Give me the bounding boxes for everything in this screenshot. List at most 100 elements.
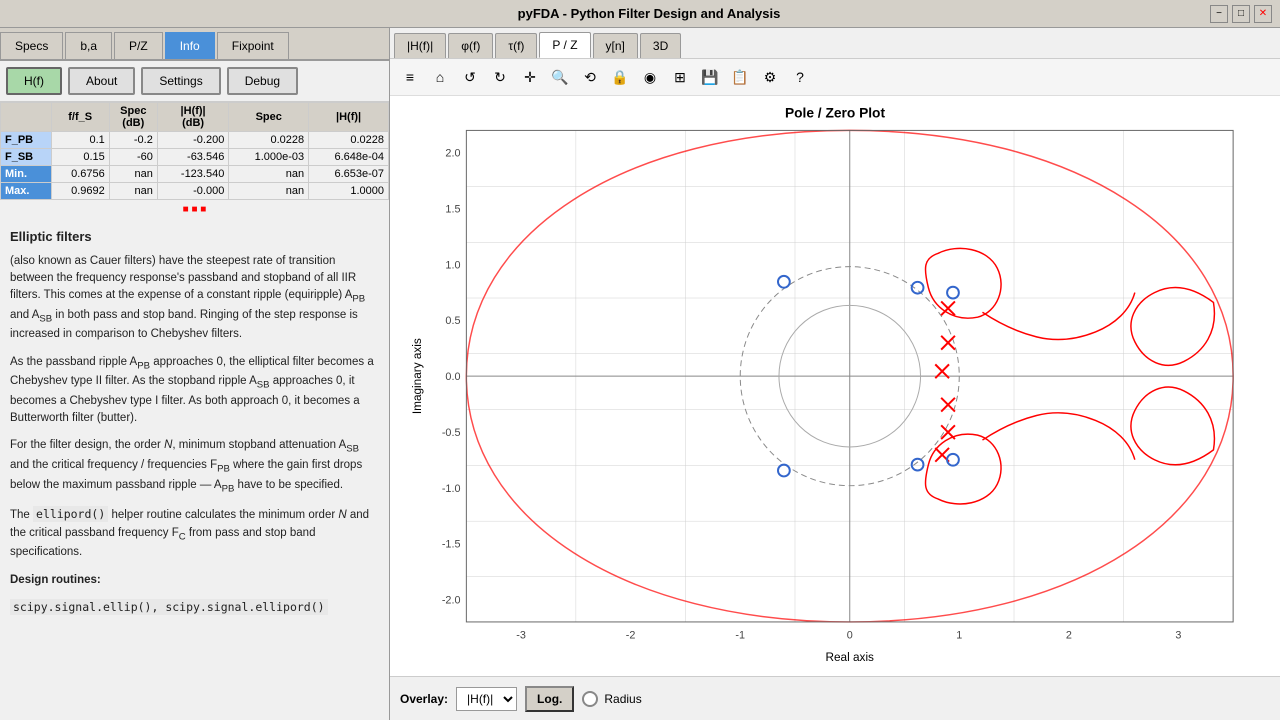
- plot-tab-bar: |H(f)| φ(f) τ(f) P / Z y[n] 3D: [390, 28, 1280, 59]
- hf-button[interactable]: H(f): [6, 67, 62, 95]
- col-header-hf-db: |H(f)|(dB): [157, 103, 228, 132]
- svg-text:1.0: 1.0: [445, 259, 460, 271]
- debug-button[interactable]: Debug: [227, 67, 298, 95]
- svg-text:3: 3: [1175, 630, 1181, 642]
- cell-max-hf-db: -0.000: [157, 183, 228, 200]
- about-button[interactable]: About: [68, 67, 135, 95]
- left-scroll-area[interactable]: f/f_S Spec(dB) |H(f)|(dB) Spec |H(f)| F_…: [0, 102, 389, 720]
- tab-pz[interactable]: P / Z: [539, 32, 590, 58]
- save-icon[interactable]: 💾: [696, 63, 724, 91]
- window-controls[interactable]: − □ ✕: [1210, 5, 1272, 23]
- settings-icon[interactable]: ⚙: [756, 63, 784, 91]
- close-button[interactable]: ✕: [1254, 5, 1272, 23]
- function-buttons: H(f) About Settings Debug: [0, 61, 389, 102]
- home-icon[interactable]: ⌂: [426, 63, 454, 91]
- maximize-button[interactable]: □: [1232, 5, 1250, 23]
- window-title: pyFDA - Python Filter Design and Analysi…: [88, 6, 1210, 21]
- tab-ba[interactable]: b,a: [65, 32, 112, 59]
- cell-fsb-hf: 6.648e-04: [309, 149, 389, 166]
- right-panel: |H(f)| φ(f) τ(f) P / Z y[n] 3D ≡ ⌂ ↺ ↻ ✛…: [390, 28, 1280, 720]
- svg-text:-1.5: -1.5: [442, 539, 461, 551]
- svg-text:0.5: 0.5: [445, 315, 460, 327]
- info-text-area: Elliptic filters (also known as Cauer fi…: [0, 219, 389, 635]
- menu-icon[interactable]: ≡: [396, 63, 424, 91]
- col-header-hf: |H(f)|: [309, 103, 389, 132]
- cell-fpb-hf: 0.0228: [309, 132, 389, 149]
- tab-specs[interactable]: Specs: [0, 32, 63, 59]
- tab-pz[interactable]: P/Z: [114, 32, 163, 59]
- cell-fsb-ffs: 0.15: [51, 149, 109, 166]
- log-button[interactable]: Log.: [525, 686, 574, 712]
- pan-icon[interactable]: ✛: [516, 63, 544, 91]
- info-para-4: The ellipord() helper routine calculates…: [10, 506, 379, 561]
- plot-title: Pole / Zero Plot: [785, 106, 886, 121]
- divider-dots: ■ ■ ■: [0, 200, 389, 219]
- table-row: Max. 0.9692 nan -0.000 nan 1.0000: [1, 183, 389, 200]
- info-design-routines: scipy.signal.ellip(), scipy.signal.ellip…: [10, 599, 379, 617]
- zoom-fit-icon[interactable]: ⟲: [576, 63, 604, 91]
- undo-icon[interactable]: ↺: [456, 63, 484, 91]
- svg-text:0.0: 0.0: [445, 371, 460, 383]
- left-panel: Specs b,a P/Z Info Fixpoint H(f) About S…: [0, 28, 390, 720]
- cell-min-hf-db: -123.540: [157, 166, 228, 183]
- overlay-select[interactable]: |H(f)| φ(f) τ(f) none: [456, 687, 517, 711]
- cell-fsb-hf-db: -63.546: [157, 149, 228, 166]
- info-para-3: For the filter design, the order N, mini…: [10, 437, 379, 496]
- cell-fpb-ffs: 0.1: [51, 132, 109, 149]
- tab-yn[interactable]: y[n]: [593, 33, 638, 58]
- plot-area[interactable]: Pole / Zero Plot: [390, 96, 1280, 676]
- row-label-fpb: F_PB: [1, 132, 52, 149]
- bottom-bar: Overlay: |H(f)| φ(f) τ(f) none Log. Radi…: [390, 676, 1280, 720]
- svg-text:-1.0: -1.0: [442, 483, 461, 495]
- target-icon[interactable]: ◉: [636, 63, 664, 91]
- help-icon[interactable]: ?: [786, 63, 814, 91]
- minimize-button[interactable]: −: [1210, 5, 1228, 23]
- tab-hf[interactable]: |H(f)|: [394, 33, 446, 58]
- col-header-ffs: f/f_S: [51, 103, 109, 132]
- radius-group: Radius: [582, 691, 641, 707]
- info-design-heading: Design routines:: [10, 572, 379, 589]
- grid-icon[interactable]: ⊞: [666, 63, 694, 91]
- x-axis-label: Real axis: [826, 651, 875, 664]
- row-label-max: Max.: [1, 183, 52, 200]
- data-table: f/f_S Spec(dB) |H(f)|(dB) Spec |H(f)| F_…: [0, 102, 389, 200]
- cell-min-spec: nan: [229, 166, 309, 183]
- tab-info[interactable]: Info: [165, 32, 215, 59]
- tab-3d[interactable]: 3D: [640, 33, 681, 58]
- info-para-2: As the passband ripple APB approaches 0,…: [10, 354, 379, 428]
- lock-icon[interactable]: 🔒: [606, 63, 634, 91]
- svg-text:-2: -2: [626, 630, 636, 642]
- table-row: Min. 0.6756 nan -123.540 nan 6.653e-07: [1, 166, 389, 183]
- col-header-spec-db: Spec(dB): [109, 103, 157, 132]
- row-label-fsb: F_SB: [1, 149, 52, 166]
- settings-button[interactable]: Settings: [141, 67, 220, 95]
- radius-radio[interactable]: [582, 691, 598, 707]
- table-row: F_PB 0.1 -0.2 -0.200 0.0228 0.0228: [1, 132, 389, 149]
- redo-icon[interactable]: ↻: [486, 63, 514, 91]
- y-axis-label: Imaginary axis: [411, 338, 424, 414]
- svg-text:-3: -3: [516, 630, 526, 642]
- cell-fpb-hf-db: -0.200: [157, 132, 228, 149]
- info-para-1: (also known as Cauer filters) have the s…: [10, 253, 379, 344]
- svg-text:2: 2: [1066, 630, 1072, 642]
- cell-max-ffs: 0.9692: [51, 183, 109, 200]
- tab-phi[interactable]: φ(f): [448, 33, 493, 58]
- svg-text:0: 0: [847, 630, 853, 642]
- row-label-min: Min.: [1, 166, 52, 183]
- table-row: F_SB 0.15 -60 -63.546 1.000e-03 6.648e-0…: [1, 149, 389, 166]
- cell-fsb-spec: 1.000e-03: [229, 149, 309, 166]
- tab-fixpoint[interactable]: Fixpoint: [217, 32, 289, 59]
- cell-min-ffs: 0.6756: [51, 166, 109, 183]
- svg-text:-0.5: -0.5: [442, 427, 461, 439]
- col-header-spec: Spec: [229, 103, 309, 132]
- svg-text:1.5: 1.5: [445, 203, 460, 215]
- tab-tau[interactable]: τ(f): [495, 33, 537, 58]
- copy-icon[interactable]: 📋: [726, 63, 754, 91]
- overlay-label: Overlay:: [400, 692, 448, 706]
- svg-text:-2.0: -2.0: [442, 594, 461, 606]
- cell-max-spec-db: nan: [109, 183, 157, 200]
- zoom-icon[interactable]: 🔍: [546, 63, 574, 91]
- cell-max-spec: nan: [229, 183, 309, 200]
- radius-label: Radius: [604, 692, 641, 706]
- svg-text:-1: -1: [735, 630, 745, 642]
